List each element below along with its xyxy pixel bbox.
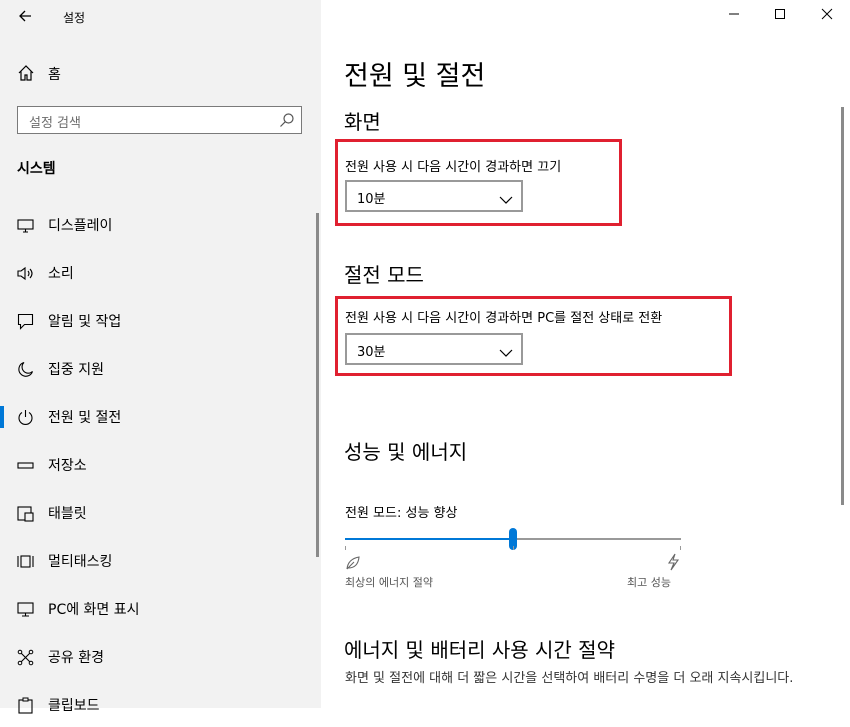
clipboard-icon: [17, 697, 34, 714]
sidebar-item-label: 클립보드: [48, 698, 100, 714]
section-title: 시스템: [17, 161, 56, 177]
sidebar-item-label: 소리: [48, 266, 74, 282]
main-scrollbar[interactable]: [841, 107, 844, 505]
back-arrow-icon[interactable]: [17, 8, 33, 28]
slider-min-label: 최상의 에너지 절약: [345, 576, 433, 589]
sidebar-item-label: 저장소: [48, 458, 87, 474]
energy-description: 화면 및 절전에 대해 더 짧은 시간을 선택하여 배터리 수명을 더 오래 지…: [345, 671, 794, 686]
sidebar-scrollbar[interactable]: [316, 213, 319, 557]
maximize-icon: [774, 8, 786, 24]
sidebar-item-multitasking[interactable]: 멀티태스킹: [0, 539, 321, 583]
sleep-heading: 절전 모드: [344, 263, 424, 287]
tablet-icon: [17, 505, 34, 522]
page-title: 전원 및 절전: [344, 61, 486, 92]
screen-heading: 화면: [344, 110, 381, 134]
moon-icon: [17, 361, 34, 378]
slider-max-label: 최고 성능: [627, 576, 671, 589]
performance-heading: 성능 및 에너지: [344, 440, 468, 464]
sidebar-item-shared-experiences[interactable]: 공유 환경: [0, 635, 321, 679]
chevron-down-icon: [499, 190, 513, 204]
sleep-timeout-dropdown[interactable]: 30분: [345, 333, 523, 365]
storage-icon: [17, 457, 34, 474]
home-link[interactable]: 홈: [48, 64, 61, 84]
speaker-icon: [17, 265, 34, 282]
search-input[interactable]: 설정 검색: [17, 106, 302, 134]
leaf-icon: [345, 555, 361, 571]
sidebar-item-label: PC에 화면 표시: [48, 602, 140, 618]
window-title: 설정: [63, 11, 86, 25]
close-button[interactable]: [804, 0, 850, 32]
slider-tick: [680, 546, 681, 550]
sidebar-item-project[interactable]: PC에 화면 표시: [0, 587, 321, 631]
dropdown-value: 10분: [357, 192, 386, 207]
minimize-icon: [728, 8, 740, 24]
sidebar-item-notifications[interactable]: 알림 및 작업: [0, 299, 321, 343]
sidebar-item-label: 디스플레이: [48, 218, 113, 234]
share-icon: [17, 649, 34, 666]
chevron-down-icon: [499, 343, 513, 357]
sidebar-item-label: 멀티태스킹: [48, 554, 113, 570]
project-icon: [17, 601, 34, 618]
dropdown-value: 30분: [357, 345, 386, 360]
sleep-timeout-label: 전원 사용 시 다음 시간이 경과하면 PC를 절전 상태로 전환: [345, 311, 663, 326]
maximize-button[interactable]: [757, 0, 803, 32]
sidebar-item-label: 집중 지원: [48, 362, 104, 378]
multitasking-icon: [17, 553, 34, 570]
sidebar-item-clipboard[interactable]: 클립보드: [0, 683, 321, 727]
slider-fill: [345, 538, 513, 540]
power-mode-label: 전원 모드: 성능 향상: [345, 506, 458, 521]
sidebar-item-label: 태블릿: [48, 506, 87, 522]
sidebar-item-focus-assist[interactable]: 집중 지원: [0, 347, 321, 391]
sidebar-item-tablet[interactable]: 태블릿: [0, 491, 321, 535]
sidebar-item-sound[interactable]: 소리: [0, 251, 321, 295]
sidebar-item-label: 공유 환경: [48, 650, 104, 666]
home-icon: [17, 64, 35, 82]
power-mode-slider[interactable]: [345, 526, 681, 556]
close-icon: [821, 8, 833, 24]
monitor-icon: [17, 217, 34, 234]
sidebar-item-label: 전원 및 절전: [48, 410, 122, 426]
search-icon[interactable]: [279, 112, 295, 128]
minimize-button[interactable]: [711, 0, 757, 32]
sidebar: 설정 홈 설정 검색 시스템 디스플레이 소리 알림 및 작업 집중 지원 전원…: [0, 0, 321, 714]
sidebar-item-storage[interactable]: 저장소: [0, 443, 321, 487]
energy-heading: 에너지 및 배터리 사용 시간 절약: [344, 638, 615, 662]
power-icon: [17, 409, 34, 426]
notification-icon: [17, 313, 34, 330]
screen-timeout-dropdown[interactable]: 10분: [345, 180, 523, 212]
search-placeholder: 설정 검색: [29, 116, 81, 131]
sidebar-item-power-sleep[interactable]: 전원 및 절전: [0, 395, 321, 439]
slider-tick: [513, 546, 514, 550]
sidebar-item-display[interactable]: 디스플레이: [0, 203, 321, 247]
lightning-icon: [665, 553, 681, 571]
sidebar-item-label: 알림 및 작업: [48, 314, 122, 330]
screen-timeout-label: 전원 사용 시 다음 시간이 경과하면 끄기: [345, 160, 562, 175]
slider-tick: [345, 546, 346, 550]
